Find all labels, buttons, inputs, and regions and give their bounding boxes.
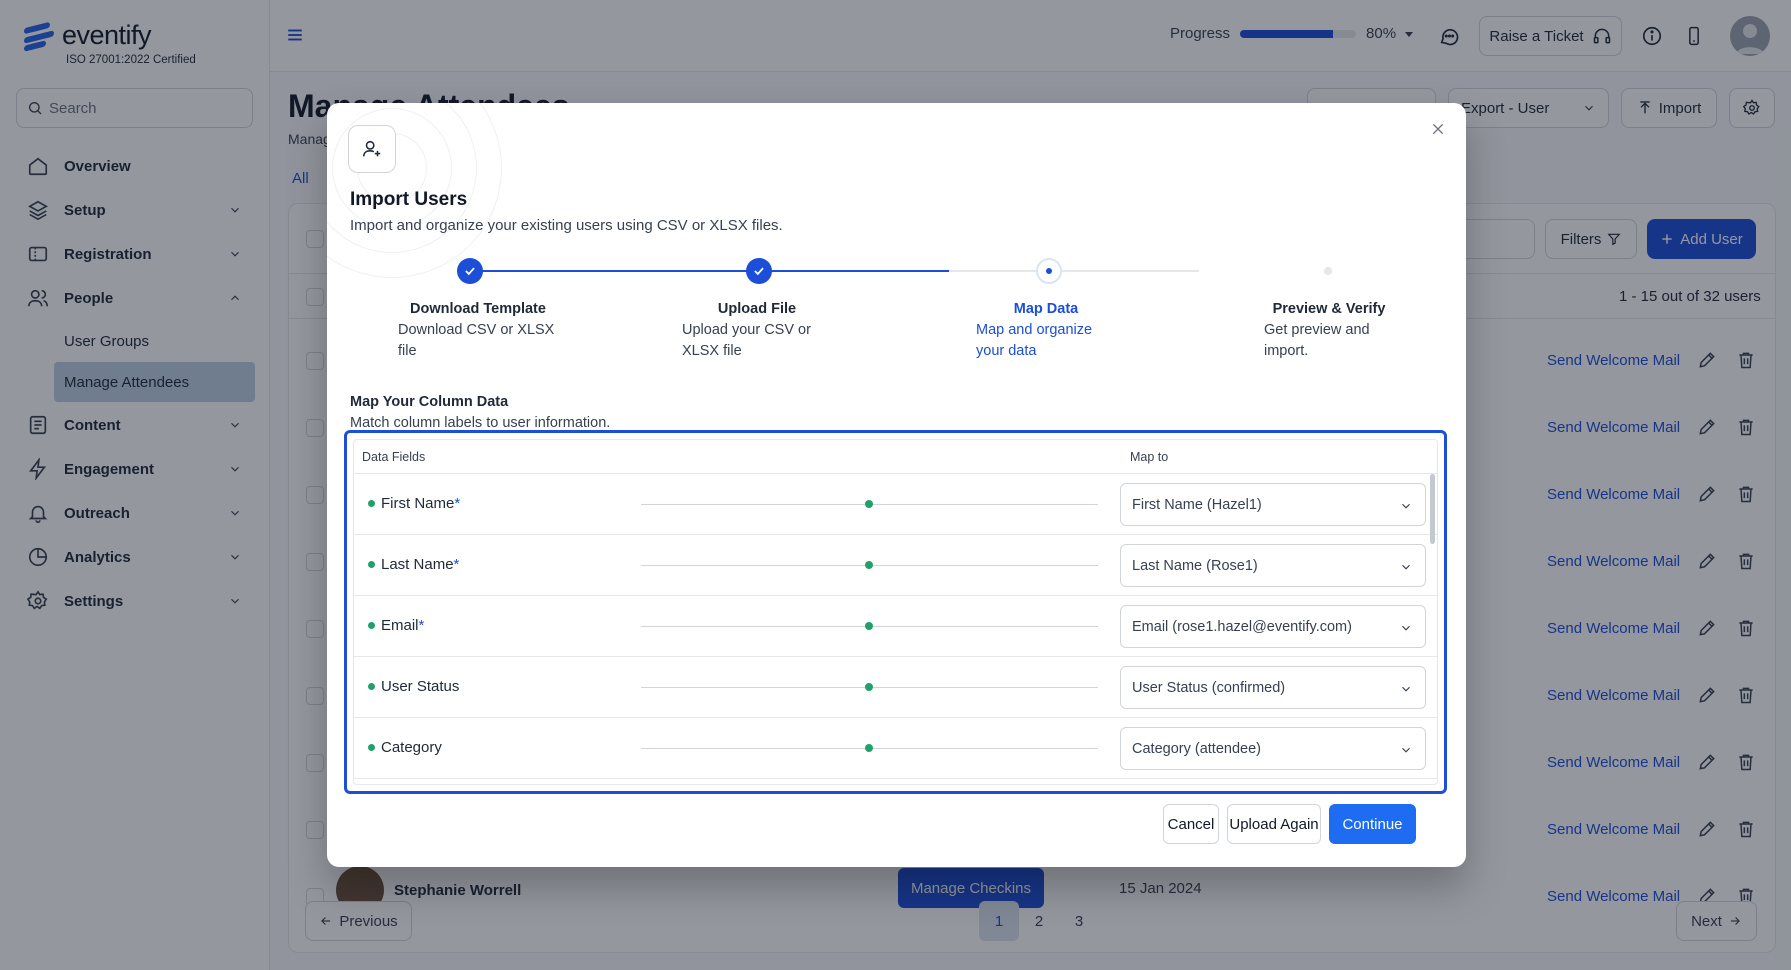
column-mapping-panel: Data Fields Map to First Name * First Name… bbox=[344, 430, 1447, 794]
mapping-connector-dot bbox=[865, 683, 873, 691]
user-plus-icon bbox=[348, 125, 396, 173]
required-asterisk: * bbox=[418, 617, 425, 634]
step-3-current-dot bbox=[1036, 258, 1062, 284]
header-map-to: Map to bbox=[1130, 450, 1169, 464]
mapped-status-dot bbox=[368, 683, 375, 690]
map-to-select[interactable]: Email (rose1.hazel@eventify.com) bbox=[1120, 605, 1426, 648]
stepper-progress-line bbox=[470, 270, 949, 272]
upload-again-button[interactable]: Upload Again bbox=[1227, 804, 1321, 844]
step-preview-verify: Preview & Verify Get preview and import. bbox=[1264, 301, 1386, 359]
header-data-fields: Data Fields bbox=[362, 450, 426, 464]
data-field-label: First Name * bbox=[368, 495, 460, 512]
mapping-row: User Status User Status (confirmed) bbox=[354, 657, 1437, 718]
mapped-status-dot bbox=[368, 622, 375, 629]
mapping-table-header: Data Fields Map to bbox=[354, 440, 1437, 474]
step-2-check-icon bbox=[746, 258, 772, 284]
mapped-status-dot bbox=[368, 744, 375, 751]
map-to-select[interactable]: Category (attendee) bbox=[1120, 727, 1426, 770]
map-section-title: Map Your Column Data bbox=[350, 394, 509, 410]
map-to-select[interactable]: User Status (confirmed) bbox=[1120, 666, 1426, 709]
mapping-row: Email * Email (rose1.hazel@eventify.com) bbox=[354, 596, 1437, 657]
mapping-scrollbar[interactable] bbox=[1430, 474, 1435, 784]
chevron-down-icon bbox=[1402, 625, 1410, 631]
data-field-label: Last Name * bbox=[368, 556, 459, 573]
required-asterisk: * bbox=[454, 495, 461, 512]
scrollbar-thumb[interactable] bbox=[1430, 474, 1435, 544]
stepper-remaining-line bbox=[949, 270, 1199, 272]
data-field-label: User Status bbox=[368, 678, 459, 695]
mapping-connector-dot bbox=[865, 744, 873, 752]
cancel-button[interactable]: Cancel bbox=[1163, 804, 1219, 844]
step-4-pending-dot bbox=[1324, 267, 1332, 275]
required-asterisk: * bbox=[453, 556, 460, 573]
chevron-down-icon bbox=[1402, 503, 1410, 509]
data-field-label: Category bbox=[368, 739, 442, 756]
chevron-down-icon bbox=[1402, 686, 1410, 692]
step-upload-file: Upload File Upload your CSV or XLSX file bbox=[682, 301, 811, 359]
step-1-check-icon bbox=[457, 258, 483, 284]
mapping-row: Last Name * Last Name (Rose1) bbox=[354, 535, 1437, 596]
mapping-connector-dot bbox=[865, 622, 873, 630]
mapping-row: Category Category (attendee) bbox=[354, 718, 1437, 779]
chevron-down-icon bbox=[1402, 564, 1410, 570]
mapping-connector-dot bbox=[865, 500, 873, 508]
step-map-data: Map Data Map and organize your data bbox=[976, 301, 1093, 359]
mapped-status-dot bbox=[368, 500, 375, 507]
chevron-down-icon bbox=[1402, 747, 1410, 753]
mapping-rows: First Name * First Name (Hazel1) Last Name *… bbox=[354, 474, 1437, 779]
import-users-modal: Import Users Import and organize your ex… bbox=[327, 103, 1466, 867]
step-download-template: Download Template Download CSV or XLSX f… bbox=[398, 301, 555, 359]
close-icon[interactable] bbox=[1426, 117, 1450, 141]
map-section-subtitle: Match column labels to user information. bbox=[350, 415, 611, 431]
continue-button[interactable]: Continue bbox=[1329, 804, 1416, 844]
data-field-label: Email * bbox=[368, 617, 424, 634]
mapping-connector-dot bbox=[865, 561, 873, 569]
modal-subtitle: Import and organize your existing users … bbox=[350, 217, 783, 234]
mapped-status-dot bbox=[368, 561, 375, 568]
map-to-select[interactable]: Last Name (Rose1) bbox=[1120, 544, 1426, 587]
mapping-row: First Name * First Name (Hazel1) bbox=[354, 474, 1437, 535]
column-mapping-table: Data Fields Map to First Name * First Name… bbox=[353, 439, 1438, 785]
modal-title: Import Users bbox=[350, 189, 468, 210]
map-to-select[interactable]: First Name (Hazel1) bbox=[1120, 483, 1426, 526]
